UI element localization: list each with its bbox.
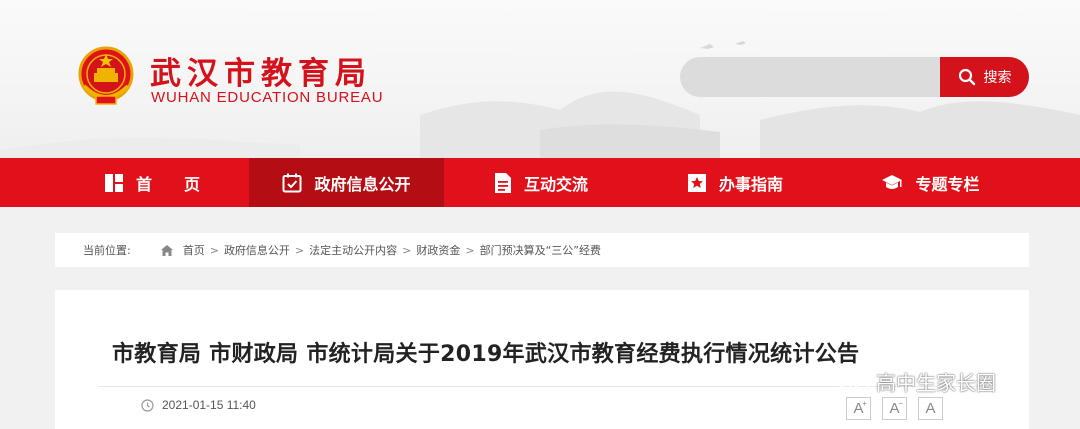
nav-item-service-guide[interactable]: 办事指南 xyxy=(638,158,832,207)
bookmark-icon xyxy=(687,173,706,192)
breadcrumb-label: 当前位置: xyxy=(83,244,131,257)
breadcrumb-item-gov-info[interactable]: 政府信息公开 xyxy=(224,242,290,258)
main-nav: 首 页 政府信息公开 互动交流 办事指南 专题专栏 xyxy=(0,158,1080,207)
article-meta: 2021-01-15 11:40 xyxy=(141,398,256,412)
search-button[interactable]: 搜索 xyxy=(940,57,1029,97)
calendar-check-icon xyxy=(282,173,302,192)
logo-title-en: WUHAN EDUCATION BUREAU xyxy=(151,89,384,106)
font-decrease-button[interactable]: A − xyxy=(882,397,907,420)
breadcrumb-separator: > xyxy=(294,243,305,257)
article-datetime: 2021-01-15 11:40 xyxy=(162,398,256,412)
article-panel: 市教育局 市财政局 市统计局关于2019年武汉市教育经费执行情况统计公告 202… xyxy=(55,290,1029,429)
breadcrumb-item-budget[interactable]: 部门预决算及“三公”经费 xyxy=(480,242,601,258)
nav-item-label: 政府信息公开 xyxy=(314,174,411,194)
breadcrumb-separator: > xyxy=(465,243,475,257)
nav-item-special-topics[interactable]: 专题专栏 xyxy=(832,158,1029,207)
breadcrumb-item-statutory[interactable]: 法定主动公开内容 xyxy=(309,242,397,258)
search-box: 搜索 xyxy=(680,57,1029,97)
nav-item-gov-info[interactable]: 政府信息公开 xyxy=(249,158,444,207)
nav-item-label: 专题专栏 xyxy=(915,174,980,194)
search-icon xyxy=(958,68,975,86)
search-button-label: 搜索 xyxy=(983,70,1012,86)
font-increase-button[interactable]: A + xyxy=(846,397,871,420)
document-icon xyxy=(494,172,511,193)
font-reset-label: A xyxy=(925,400,936,417)
breadcrumb-item-home[interactable]: 首页 xyxy=(183,242,205,258)
article-title: 市教育局 市财政局 市统计局关于2019年武汉市教育经费执行情况统计公告 xyxy=(112,342,860,367)
watermark-text: 高中生家长圈 xyxy=(876,371,996,395)
breadcrumb-separator: > xyxy=(402,243,412,257)
home-icon xyxy=(160,244,173,256)
nav-item-label: 首 页 xyxy=(135,174,200,194)
nav-item-home[interactable]: 首 页 xyxy=(55,158,249,207)
breadcrumb-separator: > xyxy=(209,243,219,257)
home-grid-icon xyxy=(104,173,123,192)
graduation-cap-icon xyxy=(882,174,903,189)
logo-title-cn: 武汉市教育局 xyxy=(150,56,372,92)
nav-item-label: 互动交流 xyxy=(523,174,588,194)
breadcrumb: 当前位置: 首页 > 政府信息公开 > 法定主动公开内容 > 财政资金 > 部门… xyxy=(55,233,1029,267)
font-reset-button[interactable]: A xyxy=(918,397,943,420)
site-header: 武汉市教育局 WUHAN EDUCATION BUREAU 搜索 xyxy=(0,0,1080,158)
nav-item-interaction[interactable]: 互动交流 xyxy=(444,158,638,207)
watermark: 高中生家长圈 xyxy=(836,367,996,396)
breadcrumb-item-finance[interactable]: 财政资金 xyxy=(416,242,460,258)
clock-icon xyxy=(141,398,154,412)
search-input[interactable] xyxy=(680,57,940,97)
nav-item-label: 办事指南 xyxy=(718,174,783,194)
national-emblem-icon xyxy=(78,46,134,105)
font-size-controls: A + A − A xyxy=(846,397,943,420)
wechat-icon xyxy=(837,369,869,393)
